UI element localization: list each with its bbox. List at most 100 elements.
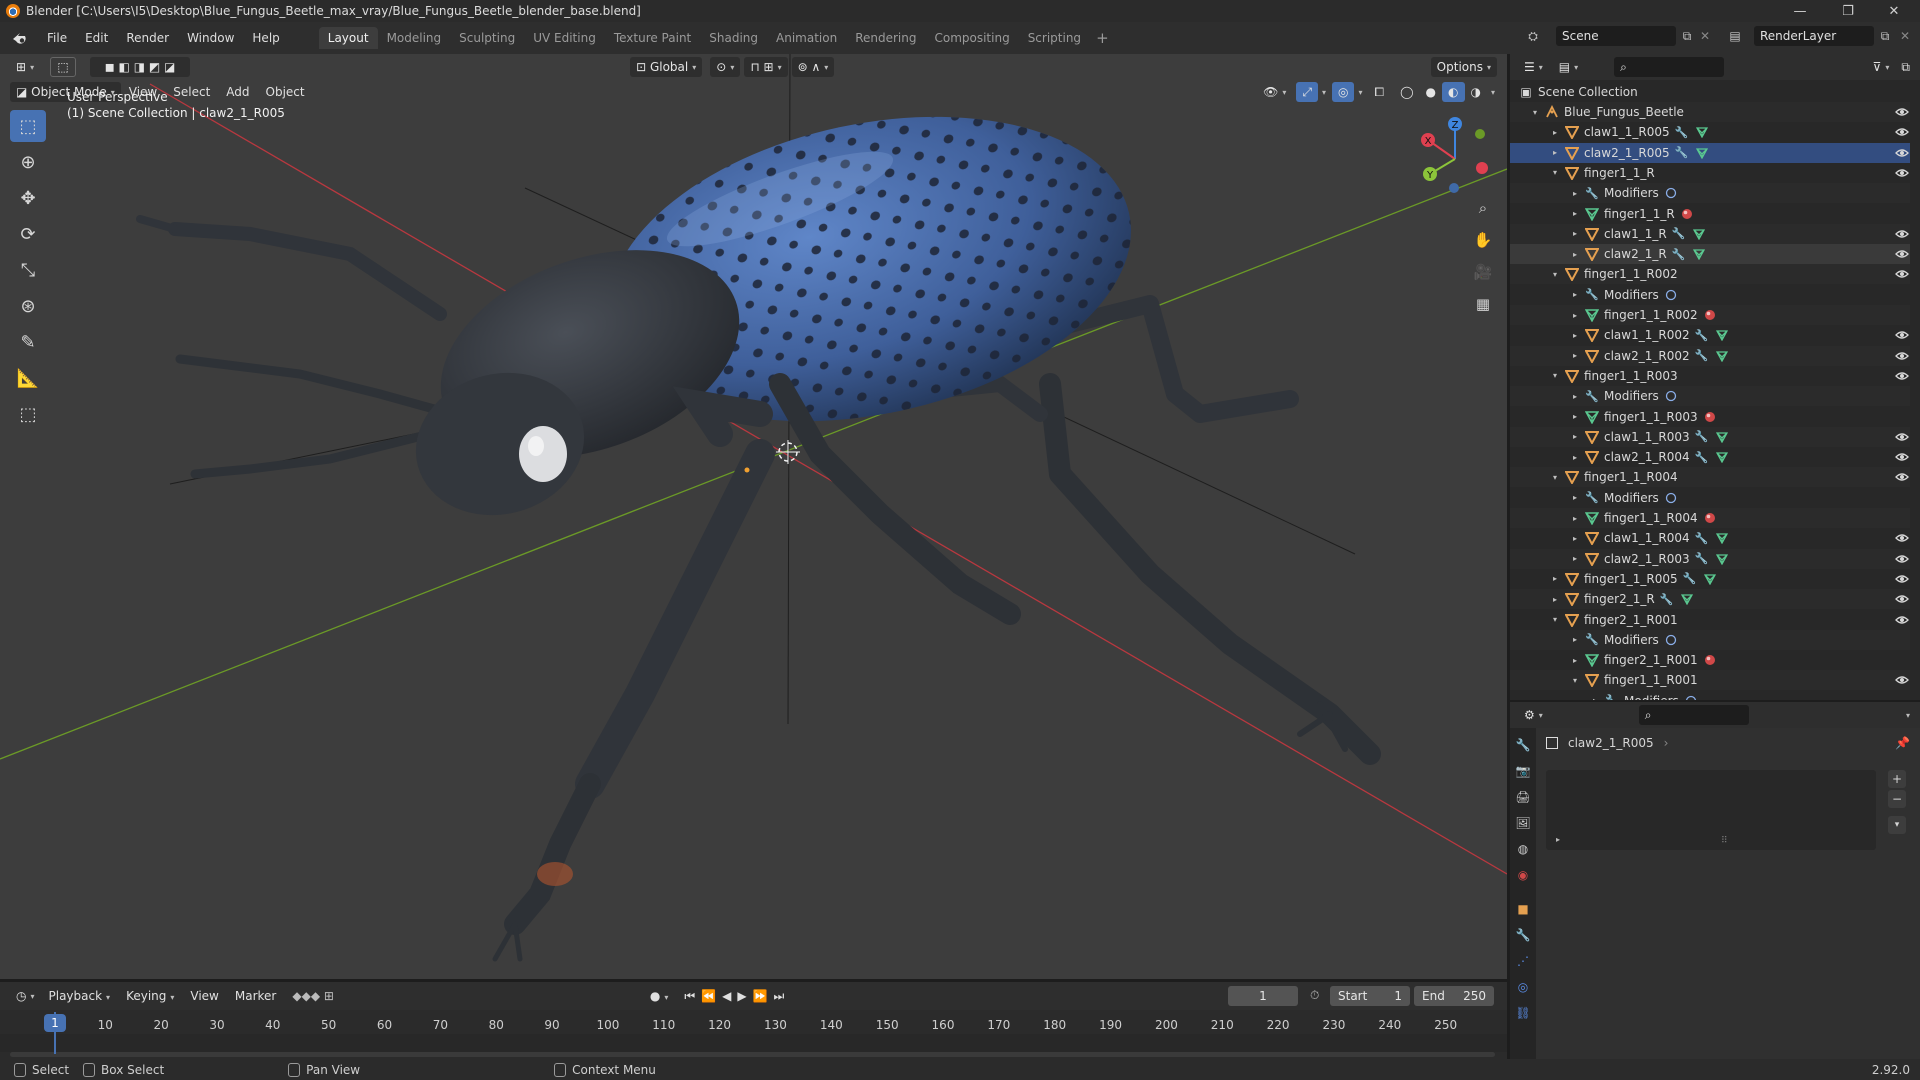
menu-file[interactable]: File <box>38 27 76 49</box>
visibility-eye-icon[interactable] <box>1894 104 1910 120</box>
transform-orientation-dropdown[interactable]: ⊡ Global ▾ <box>630 57 703 77</box>
visibility-eye-icon[interactable] <box>1894 571 1910 587</box>
preview-range-icon[interactable]: ⏱ <box>1310 988 1319 1003</box>
minimize-button[interactable]: — <box>1778 0 1822 22</box>
outliner-row-modifier[interactable]: ▸ 🔧 Modifiers <box>1510 629 1910 650</box>
tool-tab-icon[interactable]: 🔧 <box>1510 732 1536 758</box>
outliner-row-mesh[interactable]: ▸ claw2_1_R005 🔧 <box>1510 142 1910 163</box>
expand-arrow-icon[interactable]: ▸ <box>1570 514 1580 523</box>
view-layer-icon[interactable]: ▤ <box>1726 27 1744 45</box>
expand-arrow-icon[interactable]: ▸ <box>1570 554 1580 563</box>
keyframe-icons[interactable]: ◆◆◆ ⊞ <box>284 989 342 1003</box>
outliner-row-armature[interactable]: ▾ Blue_Fungus_Beetle <box>1510 102 1910 122</box>
circle-badge-icon[interactable] <box>1663 490 1679 506</box>
expand-arrow-icon[interactable]: ▸ <box>1570 290 1580 299</box>
wireframe-shading-icon[interactable]: ◯ <box>1394 82 1419 102</box>
expand-arrow-icon[interactable]: ▸ <box>1570 635 1580 644</box>
mesh-badge-icon[interactable] <box>1691 246 1707 262</box>
delete-scene-icon[interactable]: ✕ <box>1696 27 1714 45</box>
visibility-eye-icon[interactable] <box>1894 165 1910 181</box>
mesh-badge-icon[interactable] <box>1714 449 1730 465</box>
wrench-badge-icon[interactable]: 🔧 <box>1671 246 1687 262</box>
zoom-icon[interactable]: ⌕ <box>1469 194 1497 222</box>
collapse-arrow-icon[interactable]: ▾ <box>1550 473 1560 482</box>
material-slot-list[interactable]: ▸ ⠿ <box>1546 770 1876 850</box>
display-mode-icon[interactable]: ▤ ▾ <box>1553 57 1584 77</box>
visibility-eye-icon[interactable] <box>1894 469 1910 485</box>
scale-tool-icon[interactable]: ⤡ <box>10 254 46 286</box>
outliner-row-modifier[interactable]: ▸ 🔧 Modifiers <box>1510 183 1910 204</box>
menu-keying[interactable]: Keying ▾ <box>118 989 182 1003</box>
expand-arrow-icon[interactable]: ▸ <box>1550 128 1560 137</box>
ortho-grid-icon[interactable]: ▦ <box>1469 290 1497 318</box>
outliner-row-mesh[interactable]: ▸ claw2_1_R002 🔧 <box>1510 345 1910 366</box>
outliner-row-mesh-data[interactable]: ▸ finger1_1_R002 <box>1510 305 1910 325</box>
render-tab-icon[interactable]: 📷 <box>1510 758 1536 784</box>
world-tab-icon[interactable]: ◉ <box>1510 862 1536 888</box>
pan-hand-icon[interactable]: ✋ <box>1469 226 1497 254</box>
editor-type-icon[interactable]: ⊞ ▾ <box>10 57 40 77</box>
visibility-eye-icon[interactable] <box>1894 348 1910 364</box>
wrench-badge-icon[interactable]: 🔧 <box>1694 348 1710 364</box>
outliner-row-mesh[interactable]: ▸ claw1_1_R002 🔧 <box>1510 325 1910 345</box>
scene-collection-row[interactable]: ▣ Scene Collection <box>1510 82 1910 102</box>
constraints-tab-icon[interactable]: ⛓ <box>1510 1000 1536 1026</box>
visibility-eye-icon[interactable] <box>1894 449 1910 465</box>
material-badge-icon[interactable] <box>1702 409 1718 425</box>
expand-arrow-icon[interactable]: ▸ <box>1570 453 1580 462</box>
outliner-row-modifier[interactable]: ▸ 🔧 Modifiers <box>1510 285 1910 305</box>
circle-badge-icon[interactable] <box>1683 693 1699 700</box>
menu-marker[interactable]: Marker <box>227 989 284 1003</box>
expand-arrow-icon[interactable]: ▸ <box>1570 189 1580 198</box>
wrench-badge-icon[interactable]: 🔧 <box>1674 124 1690 140</box>
mesh-badge-icon[interactable] <box>1714 429 1730 445</box>
menu-edit[interactable]: Edit <box>76 27 117 49</box>
add-slot-button[interactable]: + <box>1888 770 1906 788</box>
collapse-arrow-icon[interactable]: ▾ <box>1530 108 1540 117</box>
outliner-row-mesh[interactable]: ▸ claw2_1_R004 🔧 <box>1510 447 1910 467</box>
playhead-frame-label[interactable]: 1 <box>44 1014 66 1032</box>
tab-layout[interactable]: Layout <box>318 27 378 49</box>
wrench-badge-icon[interactable]: 🔧 <box>1694 530 1710 546</box>
expand-arrow-icon[interactable]: ▸ <box>1550 148 1560 157</box>
visibility-eye-icon[interactable] <box>1894 145 1910 161</box>
outliner-row-mesh[interactable]: ▸ claw1_1_R 🔧 <box>1510 223 1910 244</box>
wrench-badge-icon[interactable]: 🔧 <box>1694 327 1710 343</box>
new-view-layer-icon[interactable]: ⧉ <box>1876 27 1894 45</box>
outliner-row-mesh[interactable]: ▾ finger1_1_R001 <box>1510 670 1910 691</box>
visibility-eye-icon[interactable] <box>1894 530 1910 546</box>
outliner-row-mesh[interactable]: ▾ finger1_1_R003 <box>1510 366 1910 386</box>
new-collection-icon[interactable]: ⧉ <box>1895 57 1916 77</box>
material-badge-icon[interactable] <box>1702 510 1718 526</box>
collapse-arrow-icon[interactable]: ▾ <box>1550 168 1560 177</box>
expand-arrow-icon[interactable]: ▸ <box>1550 595 1560 604</box>
annotate-tool-icon[interactable]: ✎ <box>10 326 46 358</box>
pin-icon[interactable]: 📌 <box>1895 736 1910 750</box>
tab-rendering[interactable]: Rendering <box>846 27 925 49</box>
properties-options-icon[interactable]: ▾ <box>1906 711 1910 720</box>
visibility-eye-icon[interactable] <box>1894 124 1910 140</box>
outliner-row-modifier[interactable]: ▸ 🔧 Modifiers <box>1510 488 1910 508</box>
visibility-eye-icon[interactable] <box>1894 672 1910 688</box>
outliner-row-mesh-data[interactable]: ▸ finger2_1_R001 <box>1510 650 1910 670</box>
menu-timeline-view[interactable]: View <box>182 989 226 1003</box>
mesh-badge-icon[interactable] <box>1694 124 1710 140</box>
tab-compositing[interactable]: Compositing <box>925 27 1018 49</box>
end-frame-field[interactable]: End 250 <box>1414 986 1494 1006</box>
add-workspace-button[interactable]: + <box>1090 29 1115 47</box>
resize-grip-icon[interactable]: ⠿ <box>1721 836 1728 846</box>
circle-badge-icon[interactable] <box>1663 185 1679 201</box>
wrench-badge-icon[interactable]: 🔧 <box>1682 571 1698 587</box>
properties-editor-type-icon[interactable]: ⚙ ▾ <box>1518 705 1549 725</box>
expand-arrow-icon[interactable]: ▸ <box>1570 656 1580 665</box>
menu-playback[interactable]: Playback ▾ <box>41 989 119 1003</box>
circle-badge-icon[interactable] <box>1663 287 1679 303</box>
camera-view-icon[interactable]: 🎥 <box>1469 258 1497 286</box>
expand-arrow-icon[interactable]: ▸ <box>1550 574 1560 583</box>
collapse-arrow-icon[interactable]: ▾ <box>1550 371 1560 380</box>
collapse-arrow-icon[interactable]: ▾ <box>1570 676 1580 685</box>
outliner-row-mesh-data[interactable]: ▸ finger1_1_R004 <box>1510 508 1910 528</box>
collapse-arrow-icon[interactable]: ▾ <box>1550 615 1560 624</box>
expand-arrow-icon[interactable]: ▸ <box>1570 412 1580 421</box>
solid-shading-icon[interactable]: ● <box>1420 82 1442 102</box>
